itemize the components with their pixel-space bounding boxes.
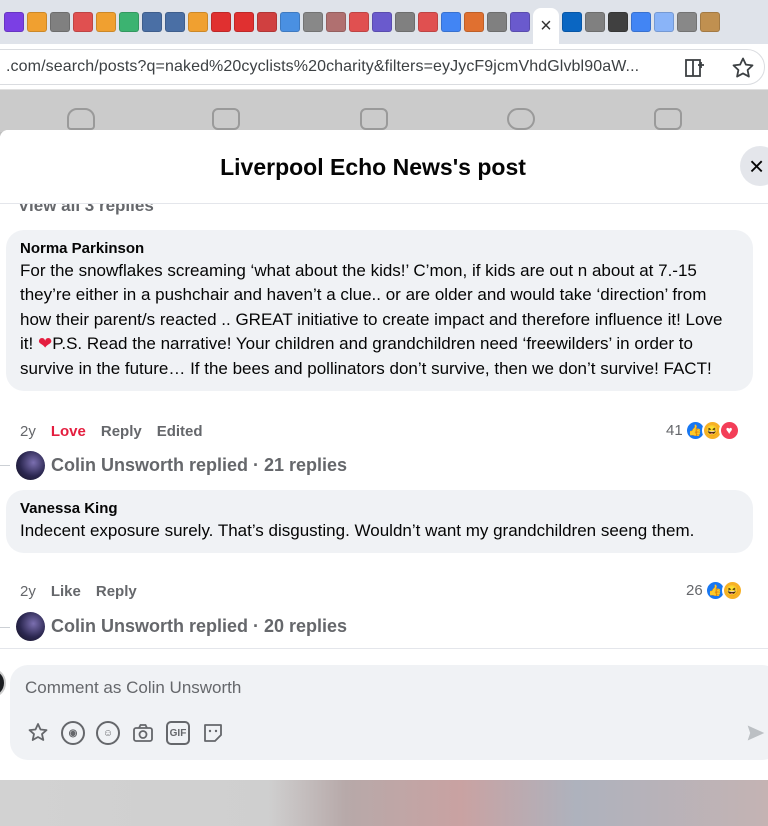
- tab-favicon-icon[interactable]: [119, 12, 139, 32]
- haha-reaction-icon: 😆: [721, 580, 743, 601]
- dialog-header: Liverpool Echo News's post ×: [0, 130, 768, 204]
- tab-favicon-icon[interactable]: [211, 12, 231, 32]
- close-icon: ×: [749, 150, 765, 181]
- comment-bubble: Norma Parkinson For the snowflakes screa…: [6, 230, 753, 392]
- love-button[interactable]: Love: [51, 423, 86, 440]
- tab-favicon-icon[interactable]: [188, 12, 208, 32]
- thread-line: [0, 627, 10, 628]
- divider: [0, 648, 768, 649]
- love-reaction-icon: ♥: [718, 420, 740, 441]
- tab-favicon-icon[interactable]: [418, 12, 438, 32]
- emoji-icon[interactable]: ☺: [96, 721, 120, 745]
- tab-favicon-icon[interactable]: [50, 12, 70, 32]
- bookmark-star-icon[interactable]: [731, 56, 755, 80]
- sticker-icon[interactable]: [201, 721, 225, 745]
- comment-actions: 2y Love Reply Edited: [20, 423, 203, 440]
- reaction-count: 26: [686, 582, 703, 599]
- tab-favicon-icon[interactable]: [631, 12, 651, 32]
- tab-favicon-icon[interactable]: [165, 12, 185, 32]
- reply-button[interactable]: Reply: [96, 583, 137, 600]
- tab-favicon-icon[interactable]: [441, 12, 461, 32]
- tab-favicon-icon[interactable]: [349, 12, 369, 32]
- marketplace-icon: [360, 108, 388, 130]
- reply-button[interactable]: Reply: [101, 423, 142, 440]
- tab-favicon-icon[interactable]: [234, 12, 254, 32]
- reaction-count: 41: [666, 422, 683, 439]
- background-photo: [0, 780, 768, 826]
- composer-toolbar: ◉ ☺ GIF: [26, 721, 225, 745]
- replies-link[interactable]: Colin Unsworth replied · 21 replies: [16, 451, 347, 480]
- tab-favicon-icon[interactable]: [73, 12, 93, 32]
- comment-actions: 2y Like Reply: [20, 583, 137, 600]
- gaming-icon: [654, 108, 682, 130]
- comment-text: For the snowflakes screaming ‘what about…: [20, 259, 739, 381]
- post-dialog: Liverpool Echo News's post × View all 3 …: [0, 130, 768, 780]
- heart-emoji: ❤: [37, 334, 53, 354]
- comment-input[interactable]: Comment as Colin Unsworth: [25, 678, 241, 698]
- tab-favicon-icon[interactable]: [677, 12, 697, 32]
- close-tab-button[interactable]: ×: [533, 8, 559, 44]
- comment-age[interactable]: 2y: [20, 583, 36, 600]
- tab-favicon-icon[interactable]: [142, 12, 162, 32]
- comment-text-part: P.S. Read the narrative! Your children a…: [20, 334, 712, 378]
- gif-icon[interactable]: GIF: [166, 721, 190, 745]
- browser-tab-strip: ×: [0, 0, 768, 44]
- send-icon[interactable]: [746, 723, 766, 743]
- avatar: [16, 612, 45, 641]
- comment-bubble: Vanessa King Indecent exposure surely. T…: [6, 490, 753, 554]
- comment-text: Indecent exposure surely. That’s disgust…: [20, 521, 695, 540]
- tab-favicon-icon[interactable]: [464, 12, 484, 32]
- camera-icon[interactable]: [131, 721, 155, 745]
- reaction-summary[interactable]: 26 👍 😆: [686, 580, 743, 601]
- tab-favicon-icon[interactable]: [654, 12, 674, 32]
- comment-age[interactable]: 2y: [20, 423, 36, 440]
- tab-favicon-icon[interactable]: [487, 12, 507, 32]
- avatar: [16, 451, 45, 480]
- tab-favicon-icon[interactable]: [257, 12, 277, 32]
- video-icon: [212, 108, 240, 130]
- edited-label: Edited: [156, 423, 203, 440]
- tab-favicon-icon[interactable]: [303, 12, 323, 32]
- url-text[interactable]: .com/search/posts?q=naked%20cyclists%20c…: [6, 58, 639, 76]
- tab-favicon-icon[interactable]: [4, 12, 24, 32]
- tab-favicon-icon[interactable]: [585, 12, 605, 32]
- replies-summary: Colin Unsworth replied · 20 replies: [51, 616, 348, 636]
- tab-favicon-icon[interactable]: [27, 12, 47, 32]
- current-user-avatar[interactable]: [0, 668, 6, 698]
- tab-favicon-icon[interactable]: [700, 12, 720, 32]
- tab-favicon-icon[interactable]: [326, 12, 346, 32]
- replies-link[interactable]: Colin Unsworth replied · 20 replies: [16, 612, 347, 641]
- mask-effect-icon[interactable]: ◉: [61, 721, 85, 745]
- replies-summary: Colin Unsworth replied · 21 replies: [51, 455, 348, 475]
- comment-author[interactable]: Vanessa King: [20, 500, 739, 517]
- tab-favicon-icon[interactable]: [96, 12, 116, 32]
- tab-favicon-icon[interactable]: [562, 12, 582, 32]
- reaction-summary[interactable]: 41 👍 😆 ♥: [666, 420, 740, 441]
- tab-favicon-icon[interactable]: [608, 12, 628, 32]
- tab-favicon-icon[interactable]: [372, 12, 392, 32]
- comment-author[interactable]: Norma Parkinson: [20, 240, 739, 257]
- thread-line: [0, 465, 10, 466]
- add-to-reading-list-icon[interactable]: [683, 56, 707, 80]
- like-button[interactable]: Like: [51, 583, 81, 600]
- tab-favicon-icon[interactable]: [510, 12, 530, 32]
- tab-favicon-icon[interactable]: [280, 12, 300, 32]
- groups-icon: [507, 108, 535, 130]
- avatar-sticker-icon[interactable]: [26, 721, 50, 745]
- tab-favicon-icon[interactable]: [395, 12, 415, 32]
- browser-toolbar: .com/search/posts?q=naked%20cyclists%20c…: [0, 44, 768, 90]
- home-icon: [67, 108, 95, 130]
- dialog-title: Liverpool Echo News's post: [220, 154, 526, 180]
- comment-composer[interactable]: Comment as Colin Unsworth ◉ ☺ GIF: [10, 665, 768, 760]
